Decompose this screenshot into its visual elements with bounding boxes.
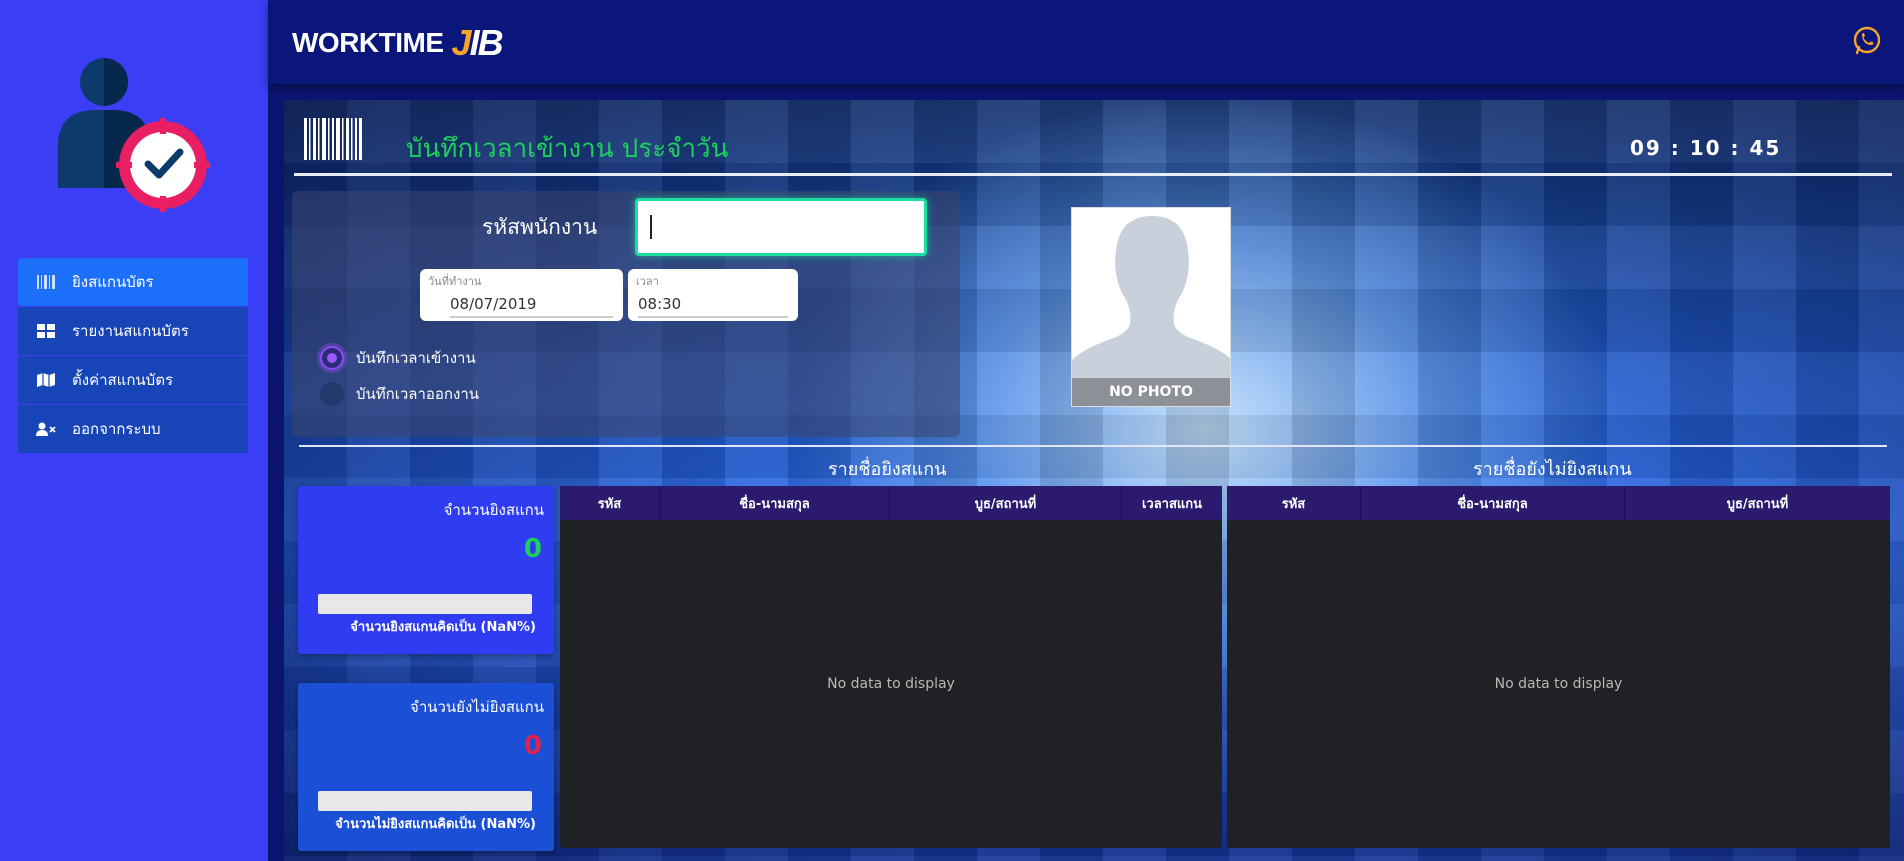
clock-display: 09 : 10 : 45 <box>1630 136 1782 160</box>
unscanned-stat-card: จำนวนยังไม่ยิงสแกน 0 จำนวนไม่ยิงสแกนคิดเ… <box>298 683 554 851</box>
main-content: บันทึกเวลาเข้างาน ประจำวัน 09 : 10 : 45 … <box>284 100 1904 861</box>
sidebar-item-scan-card[interactable]: ยิงสแกนบัตร <box>18 258 248 306</box>
brand-jib: JIB <box>451 22 504 63</box>
sidebar-item-label: ยิงสแกนบัตร <box>72 273 154 291</box>
scanned-list-title: รายชื่อยิงสแกน <box>828 459 947 480</box>
unscanned-list-title: รายชื่อยังไม่ยิงสแกน <box>1473 459 1632 480</box>
empty-state-text: No data to display <box>827 676 955 692</box>
column-header[interactable]: ชื่อ-นามสกุล <box>660 486 890 520</box>
scanned-stat-card: จำนวนยิงสแกน 0 จำนวนยิงสแกนคิดเป็น (NaN%… <box>298 486 554 654</box>
table-icon <box>36 323 56 339</box>
column-header[interactable]: รหัส <box>1227 486 1361 520</box>
column-header[interactable]: บูธ/สถานที่ <box>890 486 1122 520</box>
unscanned-progress-bar <box>318 791 532 811</box>
employee-photo: NO PHOTO AVAILABLE <box>1071 207 1231 407</box>
column-header[interactable]: รหัส <box>560 486 660 520</box>
sidebar-item-logout[interactable]: ออกจากระบบ <box>18 405 248 453</box>
unscanned-count-title: จำนวนยังไม่ยิงสแกน <box>410 698 544 716</box>
unscanned-percent-note: จำนวนไม่ยิงสแกนคิดเป็น (NaN%) <box>335 817 536 832</box>
sidebar-menu: ยิงสแกนบัตร รายงานสแกนบัตร ตั้งค่าสแกนบั… <box>18 258 248 454</box>
sidebar-item-label: ออกจากระบบ <box>72 420 161 438</box>
brand-logo[interactable]: WORKTIME JIB <box>292 22 504 64</box>
work-date-field[interactable]: วันที่ทำงาน 08/07/2019 <box>420 269 623 321</box>
map-icon <box>36 372 56 388</box>
radio-check-in[interactable]: บันทึกเวลาเข้างาน <box>320 346 476 370</box>
avatar-silhouette-icon <box>1072 208 1230 380</box>
scanned-percent-note: จำนวนยิงสแกนคิดเป็น (NaN%) <box>350 620 536 635</box>
no-photo-caption: NO PHOTO AVAILABLE <box>1072 378 1230 406</box>
column-header[interactable]: เวลาสแกน <box>1122 486 1222 520</box>
column-header[interactable]: บูธ/สถานที่ <box>1625 486 1890 520</box>
scanned-count-title: จำนวนยิงสแกน <box>443 501 544 519</box>
divider <box>299 445 1887 447</box>
divider <box>294 173 1892 176</box>
barcode-icon <box>36 274 56 290</box>
time-label: เวลา <box>636 275 659 288</box>
unscanned-table[interactable]: รหัส ชื่อ-นามสกุล บูธ/สถานที่ No data to… <box>1227 486 1890 848</box>
sidebar-item-scan-report[interactable]: รายงานสแกนบัตร <box>18 307 248 355</box>
scanned-progress-bar <box>318 594 532 614</box>
radio-button[interactable] <box>320 382 344 406</box>
radio-check-out[interactable]: บันทึกเวลาออกงาน <box>320 382 479 406</box>
employee-id-input[interactable] <box>635 198 927 256</box>
barcode-icon <box>304 118 362 160</box>
table-header: รหัส ชื่อ-นามสกุล บูธ/สถานที่ <box>1227 486 1890 520</box>
page-title: บันทึกเวลาเข้างาน ประจำวัน <box>406 134 729 164</box>
text-caret <box>650 215 652 239</box>
work-date-value: 08/07/2019 <box>450 295 537 313</box>
top-header: WORKTIME JIB <box>268 0 1904 84</box>
radio-check-out-label: บันทึกเวลาออกงาน <box>356 385 480 403</box>
radio-button-checked[interactable] <box>320 346 344 370</box>
scanned-count-value: 0 <box>523 534 542 564</box>
sidebar-item-label: รายงานสแกนบัตร <box>72 322 189 340</box>
sidebar-item-scan-settings[interactable]: ตั้งค่าสแกนบัตร <box>18 356 248 404</box>
brand-text: WORKTIME <box>292 27 444 58</box>
work-date-label: วันที่ทำงาน <box>428 275 482 288</box>
user-remove-icon <box>36 421 56 437</box>
time-field[interactable]: เวลา 08:30 <box>628 269 798 321</box>
sidebar-item-label: ตั้งค่าสแกนบัตร <box>72 371 174 389</box>
column-header[interactable]: ชื่อ-นามสกุล <box>1361 486 1625 520</box>
employee-id-label: รหัสพนักงาน <box>482 215 598 239</box>
time-value: 08:30 <box>638 295 682 313</box>
unscanned-count-value: 0 <box>523 731 542 761</box>
user-clock-logo-icon <box>58 58 210 212</box>
sidebar: ยิงสแกนบัตร รายงานสแกนบัตร ตั้งค่าสแกนบั… <box>0 0 268 861</box>
radio-check-in-label: บันทึกเวลาเข้างาน <box>356 349 476 367</box>
empty-state-text: No data to display <box>1494 676 1623 692</box>
scanned-table[interactable]: รหัส ชื่อ-นามสกุล บูธ/สถานที่ เวลาสแกน N… <box>560 486 1222 848</box>
checkin-form-panel: รหัสพนักงาน วันที่ทำงาน 08/07/2019 เวลา … <box>292 191 960 437</box>
whatsapp-icon[interactable] <box>1852 26 1882 56</box>
table-header: รหัส ชื่อ-นามสกุล บูธ/สถานที่ เวลาสแกน <box>560 486 1222 520</box>
